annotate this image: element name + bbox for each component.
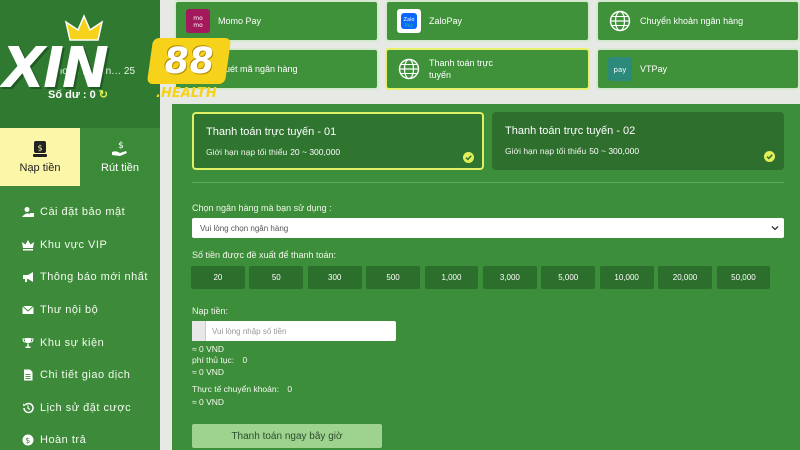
sidebar-item-vip[interactable]: Khu vực VIP (0, 229, 160, 262)
option-limit: Giới hạn nạp tối thiểu 50 ~ 300,000 (505, 146, 783, 156)
sidebar-item-label: Thông báo mới nhất (40, 271, 148, 284)
amount-button[interactable]: 20,000 (658, 266, 712, 289)
payment-method-bank-transfer[interactable]: Chuyển khoản ngân hàng (596, 0, 800, 42)
payment-method-label: Quét mã ngân hàng (218, 64, 298, 74)
bank-select[interactable]: Vui lòng chọn ngân hàng (192, 218, 784, 238)
deposit-amount-label: Nạp tiền: (192, 306, 229, 316)
payment-method-label: Thanh toán trực tuyến (429, 58, 494, 80)
option-limit: Giới hạn nạp tối thiểu 20 ~ 300,000 (206, 147, 482, 157)
sidebar-item-label: Thư nội bộ (40, 304, 99, 317)
globe-icon (608, 9, 632, 33)
amount-button[interactable]: 500 (366, 266, 420, 289)
crown-icon (22, 239, 34, 251)
chevron-down-icon (771, 226, 779, 231)
payment-method-label: Momo Pay (218, 16, 262, 26)
coin-return-icon: $ (22, 434, 34, 446)
option-limit-range: 20 ~ 300,000 (290, 147, 341, 157)
actual-transfer-value: 0 (287, 384, 293, 394)
svg-text:$: $ (25, 436, 31, 445)
viettelpay-icon: pay (608, 57, 632, 81)
actual-transfer-equivalent: ≈ 0 VND (192, 397, 225, 407)
sidebar-item-label: Khu vực VIP (40, 238, 108, 251)
sidebar-item-transactions[interactable]: Chi tiết giao dịch (0, 359, 160, 392)
tab-withdraw[interactable]: $ Rút tiền (80, 128, 160, 186)
option-limit-label: Giới hạn nạp tối thiểu (505, 146, 587, 156)
amount-button[interactable]: 5,000 (541, 266, 596, 289)
option-title: Thanh toán trực tuyến - 02 (505, 125, 636, 137)
suggested-amounts: 20 50 300 500 1,000 3,000 5,000 10,000 2… (191, 266, 771, 289)
sidebar-item-events[interactable]: Khu sự kiện (0, 326, 160, 359)
sidebar-item-label: Lịch sử đặt cược (40, 401, 132, 414)
check-icon (463, 152, 474, 163)
payment-method-zalopay[interactable]: Zalo Pay ZaloPay (385, 0, 590, 42)
bank-select-label: Chọn ngân hàng mà bạn sử dụng : (192, 203, 332, 213)
divider (192, 182, 784, 183)
deposit-amount-placeholder: Vui lòng nhập số tiền (212, 326, 287, 336)
deposit-amount-input[interactable]: Vui lòng nhập số tiền (192, 321, 396, 341)
sidebar-item-refund[interactable]: $ Hoàn trả (0, 424, 160, 450)
payment-method-label: ZaloPay (429, 16, 463, 26)
fee-label: phí thủ tục: (192, 355, 235, 365)
svg-text:$: $ (37, 144, 42, 153)
logo-subtext: .HEALTH (156, 86, 217, 101)
logo-text: XIN (2, 36, 109, 101)
amount-equivalent: ≈ 0 VND (192, 344, 225, 354)
pay-now-button[interactable]: Thanh toán ngay bây giờ (192, 424, 382, 448)
payment-method-label: VTPay (640, 64, 668, 74)
user-lock-icon (22, 207, 34, 218)
sidebar-item-label: Chi tiết giao dịch (40, 369, 131, 382)
sidebar-item-label: Cài đặt bảo mật (40, 206, 126, 219)
zalopay-icon: Zalo Pay (397, 9, 421, 33)
option-title: Thanh toán trực tuyến - 01 (206, 126, 337, 138)
sidebar-item-label: Hoàn trả (40, 434, 87, 447)
input-prefix (192, 321, 206, 341)
svg-text:$: $ (118, 141, 124, 151)
payment-method-vtpay[interactable]: pay VTPay (596, 48, 800, 90)
document-icon (24, 369, 33, 381)
amount-button[interactable]: 10,000 (599, 266, 654, 289)
amount-button[interactable]: 20 (191, 266, 245, 289)
option-limit-label: Giới hạn nạp tối thiểu (206, 147, 288, 157)
brand-logo[interactable]: XIN 88 .HEALTH (2, 14, 232, 101)
actual-transfer-label: Thực tế chuyển khoản: (192, 384, 279, 394)
megaphone-icon (23, 272, 33, 283)
online-payment-option-01[interactable]: Thanh toán trực tuyến - 01 Giới hạn nạp … (192, 112, 484, 170)
sidebar-item-news[interactable]: Thông báo mới nhất (0, 261, 160, 294)
option-limit-range: 50 ~ 300,000 (589, 146, 640, 156)
amount-button[interactable]: 50 (249, 266, 304, 289)
tab-deposit[interactable]: $ Nạp tiền (0, 128, 80, 186)
sidebar-menu: Cài đặt bảo mật Khu vực VIP Thông báo mớ… (0, 196, 160, 450)
actual-transfer-row: Thực tế chuyển khoản: 0 (192, 384, 292, 394)
sidebar-item-security[interactable]: Cài đặt bảo mật (0, 196, 160, 229)
payment-method-label: Chuyển khoản ngân hàng (640, 16, 744, 26)
wallet-icon: $ (33, 141, 47, 157)
amount-button[interactable]: 50,000 (716, 266, 771, 289)
logo-number: 88 (146, 38, 232, 84)
sidebar-item-label: Khu sự kiện (40, 336, 105, 349)
check-icon (764, 151, 775, 162)
fee-row: phí thủ tục: 0 (192, 355, 247, 365)
payment-method-online[interactable]: Thanh toán trực tuyến (385, 48, 590, 90)
fee-value: 0 (242, 355, 248, 365)
globe-icon (397, 57, 421, 81)
amount-button[interactable]: 1,000 (424, 266, 479, 289)
bank-select-value: Vui lòng chọn ngân hàng (200, 223, 289, 233)
trophy-icon (22, 337, 34, 348)
svg-text:pay: pay (614, 66, 627, 74)
cash-withdraw-icon: $ (112, 141, 127, 156)
amount-button[interactable]: 300 (307, 266, 362, 289)
sidebar-item-bet-history[interactable]: Lịch sử đặt cược (0, 392, 160, 425)
deposit-withdraw-tabs: $ Nạp tiền $ Rút tiền (0, 128, 160, 186)
history-icon (23, 402, 34, 414)
amount-button[interactable]: 3,000 (482, 266, 537, 289)
svg-text:Pay: Pay (405, 23, 414, 29)
suggested-amount-label: Số tiền được đề xuất để thanh toán: (192, 250, 337, 260)
fee-equivalent: ≈ 0 VND (192, 367, 225, 377)
online-payment-option-02[interactable]: Thanh toán trực tuyến - 02 Giới hạn nạp … (492, 112, 784, 170)
envelope-icon (22, 305, 34, 315)
sidebar-item-inbox[interactable]: Thư nội bộ (0, 294, 160, 327)
deposit-panel: Thanh toán trực tuyến - 01 Giới hạn nạp … (172, 104, 800, 450)
tab-deposit-label: Nạp tiền (19, 162, 61, 174)
tab-withdraw-label: Rút tiền (101, 162, 139, 174)
